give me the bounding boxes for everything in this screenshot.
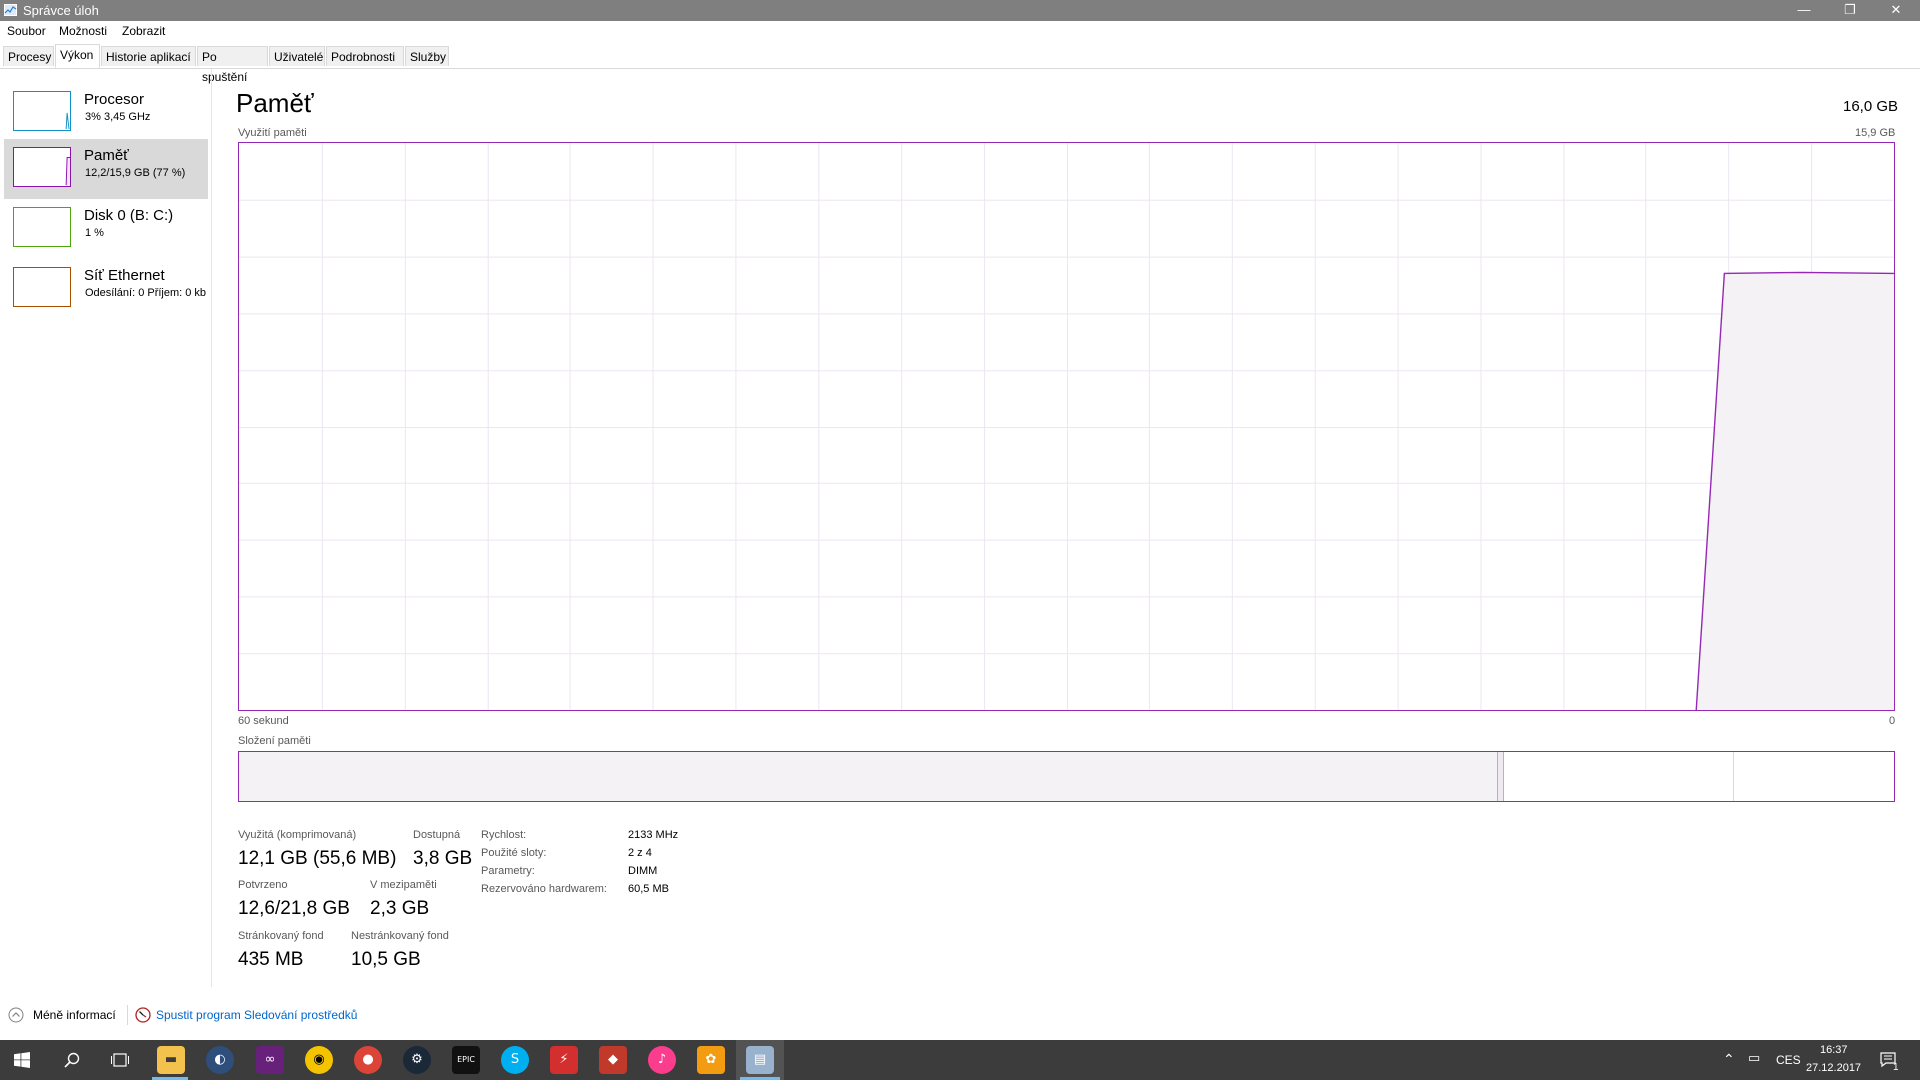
fl-studio-icon[interactable]: ✿ xyxy=(697,1046,725,1074)
sidebar-item-label: Disk 0 (B: C:) xyxy=(84,207,174,224)
tab-performance[interactable]: Výkon xyxy=(55,44,100,68)
clock-date[interactable]: 27.12.2017 xyxy=(1806,1062,1861,1074)
app-icon[interactable]: ◆ xyxy=(599,1046,627,1074)
paged-pool-value: 435 MB xyxy=(238,949,304,970)
close-button[interactable]: ✕ xyxy=(1873,0,1919,21)
sidebar-item-value: Odesílání: 0 Příjem: 0 kb xyxy=(85,287,207,299)
composition-label: Složení paměti xyxy=(238,735,311,747)
skype-icon[interactable]: S xyxy=(501,1046,529,1074)
composition-divider xyxy=(1733,752,1734,801)
chevron-up-icon xyxy=(8,1007,24,1023)
composition-divider xyxy=(1503,752,1504,801)
cpu-thumbnail xyxy=(13,91,71,131)
sidebar-item-value: 1 % xyxy=(85,227,104,239)
hardware-reserved-value: 60,5 MB xyxy=(628,883,669,895)
language-indicator[interactable]: CES xyxy=(1776,1053,1801,1067)
committed-value: 12,6/21,8 GB xyxy=(238,898,350,919)
itunes-icon[interactable]: ♪ xyxy=(648,1046,676,1074)
in-use-value: 12,1 GB (55,6 MB) xyxy=(238,848,397,869)
menu-bar: Soubor Možnosti Zobrazit xyxy=(0,21,1920,43)
time-axis-end: 0 xyxy=(1889,715,1896,727)
available-value: 3,8 GB xyxy=(413,848,473,869)
tab-details[interactable]: Podrobnosti xyxy=(326,46,404,66)
form-factor-value: DIMM xyxy=(628,865,658,877)
chrome-icon[interactable]: ● xyxy=(354,1046,382,1074)
app-icon[interactable]: ⚡ xyxy=(550,1046,578,1074)
usage-max-label: 15,9 GB xyxy=(1855,127,1896,139)
composition-in-use xyxy=(239,752,1497,801)
committed-label: Potvrzeno xyxy=(238,879,288,891)
sidebar-item-label: Síť Ethernet xyxy=(84,267,165,284)
task-manager-icon xyxy=(4,4,17,16)
speed-value: 2133 MHz xyxy=(628,829,679,841)
notification-count: 1 xyxy=(1893,1062,1899,1073)
usage-area xyxy=(1696,272,1894,710)
time-axis-start: 60 sekund xyxy=(238,715,289,727)
sidebar-item-label: Procesor xyxy=(84,91,145,108)
tab-processes[interactable]: Procesy xyxy=(3,46,54,66)
paged-pool-label: Stránkovaný fond xyxy=(238,930,324,942)
available-label: Dostupná xyxy=(413,829,461,841)
form-factor-label: Parametry: xyxy=(481,865,535,877)
taskbar: ▬ ◐ ∞ ◉ ● ⚙ EPIC S ⚡ ◆ ♪ ✿ ▤ ⌃ ▭ CES 16:… xyxy=(0,1040,1920,1080)
usage-label: Využití paměti xyxy=(238,127,307,139)
start-icon[interactable] xyxy=(14,1052,30,1068)
sidebar-item-value: 3% 3,45 GHz xyxy=(85,111,151,123)
cached-value: 2,3 GB xyxy=(370,898,430,919)
page-title: Paměť xyxy=(236,88,314,118)
epic-games-icon[interactable]: EPIC xyxy=(452,1046,480,1074)
graph-grid xyxy=(239,143,1894,710)
memory-usage-graph xyxy=(238,142,1895,711)
in-use-label: Využitá (komprimovaná) xyxy=(238,829,357,841)
app-icon[interactable]: ◉ xyxy=(305,1046,333,1074)
notification-area-icon[interactable]: ▭ xyxy=(1748,1050,1760,1066)
file-explorer-icon[interactable]: ▬ xyxy=(157,1046,185,1074)
network-thumbnail xyxy=(13,267,71,307)
tab-app-history[interactable]: Historie aplikací xyxy=(101,46,196,66)
tab-services[interactable]: Služby xyxy=(405,46,449,66)
title-bar: Správce úloh — ❐ ✕ xyxy=(0,0,1920,21)
slots-label: Použité sloty: xyxy=(481,847,547,859)
sidebar-item-label: Paměť xyxy=(84,147,129,164)
tab-startup[interactable]: Po spuštění xyxy=(197,46,268,84)
hardware-reserved-label: Rezervováno hardwarem: xyxy=(481,883,607,895)
restore-button[interactable]: ❐ xyxy=(1827,0,1873,21)
disk-thumbnail xyxy=(13,207,71,247)
memory-composition-bar xyxy=(238,751,1895,802)
sidebar-item-network[interactable]: Síť Ethernet Odesílání: 0 Příjem: 0 kb xyxy=(4,259,208,319)
sidebar-item-cpu[interactable]: Procesor 3% 3,45 GHz xyxy=(4,83,208,143)
fewer-details-toggle[interactable] xyxy=(8,1007,24,1023)
minimize-button[interactable]: — xyxy=(1781,0,1827,21)
search-icon[interactable] xyxy=(64,1052,80,1068)
tab-strip: Procesy Výkon Historie aplikací Po spušt… xyxy=(0,44,1920,84)
sidebar-item-value: 12,2/15,9 GB (77 %) xyxy=(85,167,186,179)
task-view-icon[interactable] xyxy=(111,1052,129,1068)
app-icon[interactable]: ◐ xyxy=(206,1046,234,1074)
total-memory: 16,0 GB xyxy=(1843,98,1899,115)
window-title: Správce úloh xyxy=(23,3,99,18)
chevron-up-icon[interactable]: ⌃ xyxy=(1723,1051,1735,1068)
cached-label: V mezipaměti xyxy=(370,879,437,891)
fewer-details-link[interactable]: Méně informací xyxy=(33,1008,116,1022)
footer-divider xyxy=(127,1005,128,1025)
slots-value: 2 z 4 xyxy=(628,847,652,859)
steam-icon[interactable]: ⚙ xyxy=(403,1046,431,1074)
tab-users[interactable]: Uživatelé xyxy=(269,46,325,66)
visual-studio-icon[interactable]: ∞ xyxy=(256,1046,284,1074)
nonpaged-pool-label: Nestránkovaný fond xyxy=(351,930,449,942)
nonpaged-pool-value: 10,5 GB xyxy=(351,949,421,970)
memory-thumbnail xyxy=(13,147,71,187)
menu-file[interactable]: Soubor xyxy=(7,24,46,38)
clock-time[interactable]: 16:37 xyxy=(1820,1044,1848,1056)
footer: Méně informací Spustit program Sledování… xyxy=(0,1000,1920,1032)
sidebar-item-disk[interactable]: Disk 0 (B: C:) 1 % xyxy=(4,199,208,259)
resource-monitor-link[interactable]: Spustit program Sledování prostředků xyxy=(156,1008,357,1022)
resource-sidebar: Procesor 3% 3,45 GHz Paměť 12,2/15,9 GB … xyxy=(0,69,212,987)
menu-view[interactable]: Zobrazit xyxy=(122,24,165,38)
speed-label: Rychlost: xyxy=(481,829,527,841)
sidebar-item-memory[interactable]: Paměť 12,2/15,9 GB (77 %) xyxy=(4,139,208,199)
resource-monitor-icon xyxy=(135,1007,151,1023)
menu-options[interactable]: Možnosti xyxy=(59,24,107,38)
active-app-highlight xyxy=(736,1040,784,1080)
